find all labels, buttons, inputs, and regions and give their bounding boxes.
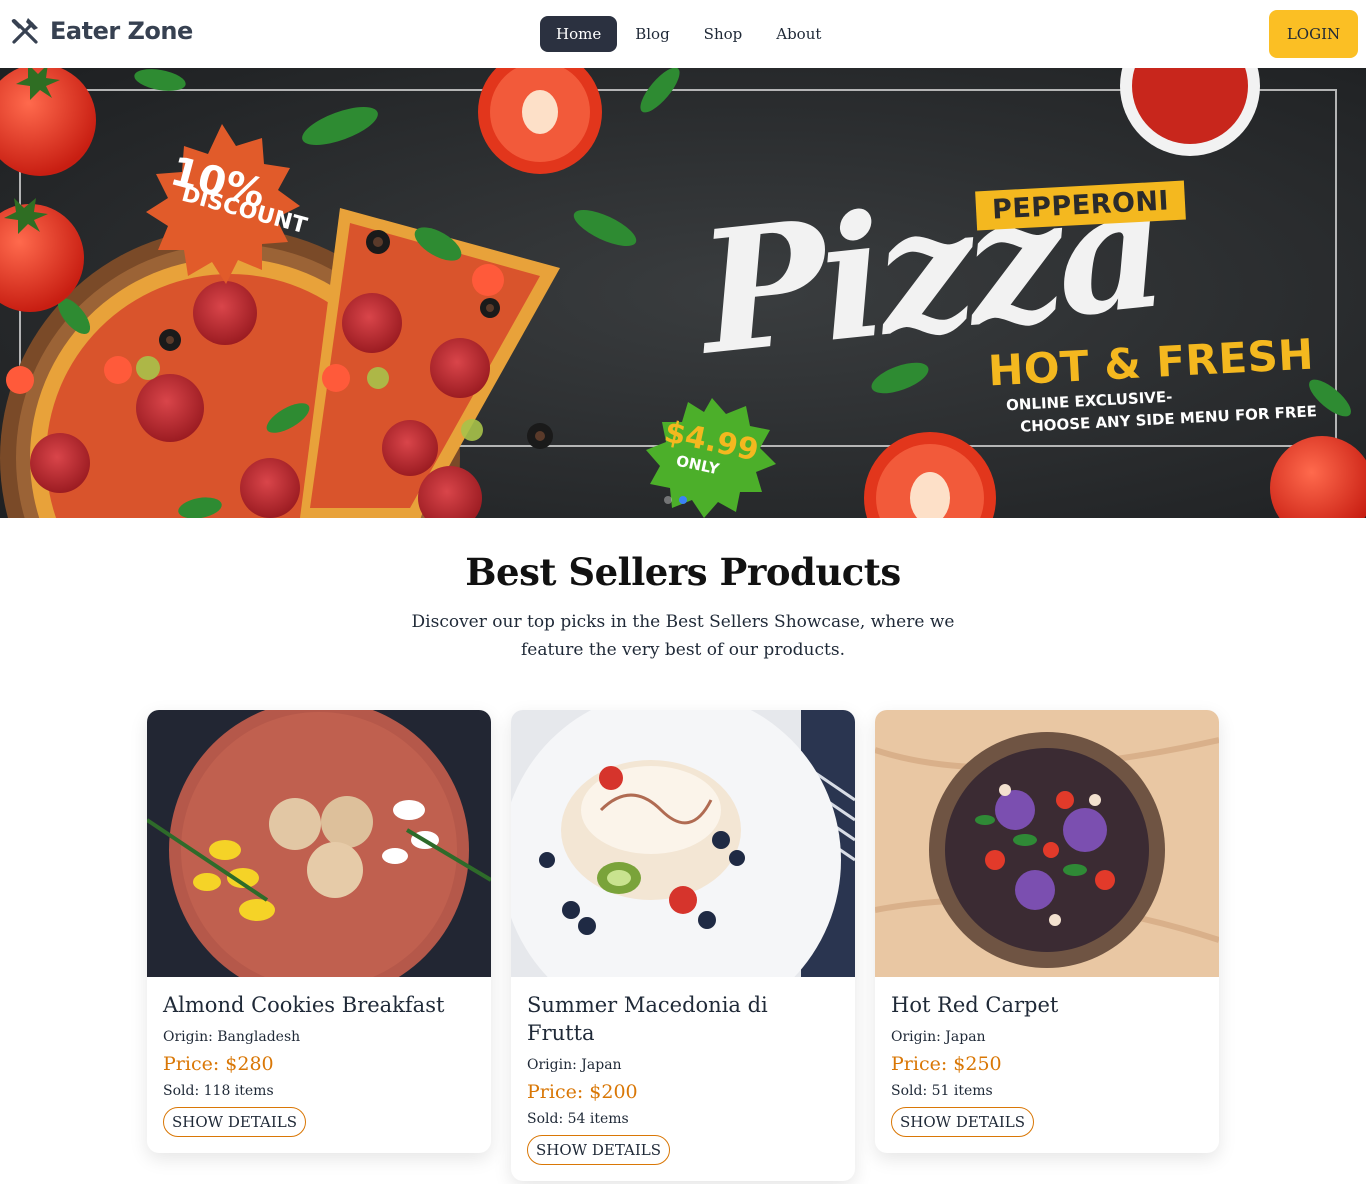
login-button[interactable]: LOGIN [1269,10,1358,58]
fork-knife-icon [11,18,38,44]
hero-banner[interactable]: 10% DISCOUNT Pizza PEPPERONI HOT & FRESH… [0,68,1366,518]
product-card: Summer Macedonia di Frutta Origin: Japan… [511,710,855,1181]
product-image-macedonia [511,710,855,977]
brand-name: Eater Zone [50,17,193,45]
product-image-cookies [147,710,491,977]
product-image-red-carpet [875,710,1219,977]
section-title: Best Sellers Products [465,550,901,594]
product-price: Price: $200 [527,1081,638,1103]
product-card: Hot Red Carpet Origin: Japan Price: $250… [875,710,1219,1153]
carousel-dot[interactable] [664,496,672,504]
product-origin: Origin: Japan [527,1057,622,1073]
product-sold: Sold: 54 items [527,1111,629,1127]
product-title: Almond Cookies Breakfast [163,993,445,1017]
carousel-dot-active[interactable] [679,496,687,504]
section-subtitle: Discover our top picks in the Best Selle… [411,612,955,660]
product-origin: Origin: Bangladesh [163,1029,301,1045]
show-details-button[interactable]: SHOW DETAILS [891,1107,1034,1137]
nav-shop[interactable]: Shop [688,16,759,52]
product-price: Price: $250 [891,1053,1002,1075]
show-details-button[interactable]: SHOW DETAILS [163,1107,306,1137]
product-title: Hot Red Carpet [891,993,1059,1017]
product-sold: Sold: 118 items [163,1083,274,1099]
nav-blog[interactable]: Blog [619,16,685,52]
nav-home[interactable]: Home [540,16,618,52]
show-details-button[interactable]: SHOW DETAILS [527,1135,670,1165]
site-header: Eater Zone Home Blog Shop About LOGIN [0,0,1366,68]
main-nav: Home Blog Shop About [540,16,837,52]
product-sold: Sold: 51 items [891,1083,993,1099]
product-card: Almond Cookies Breakfast Origin: Banglad… [147,710,491,1153]
brand-logo[interactable]: Eater Zone [8,14,193,48]
product-origin: Origin: Japan [891,1029,986,1045]
product-price: Price: $280 [163,1053,274,1075]
product-title: Summer Macedonia di Frutta [527,993,768,1045]
nav-about[interactable]: About [760,16,837,52]
